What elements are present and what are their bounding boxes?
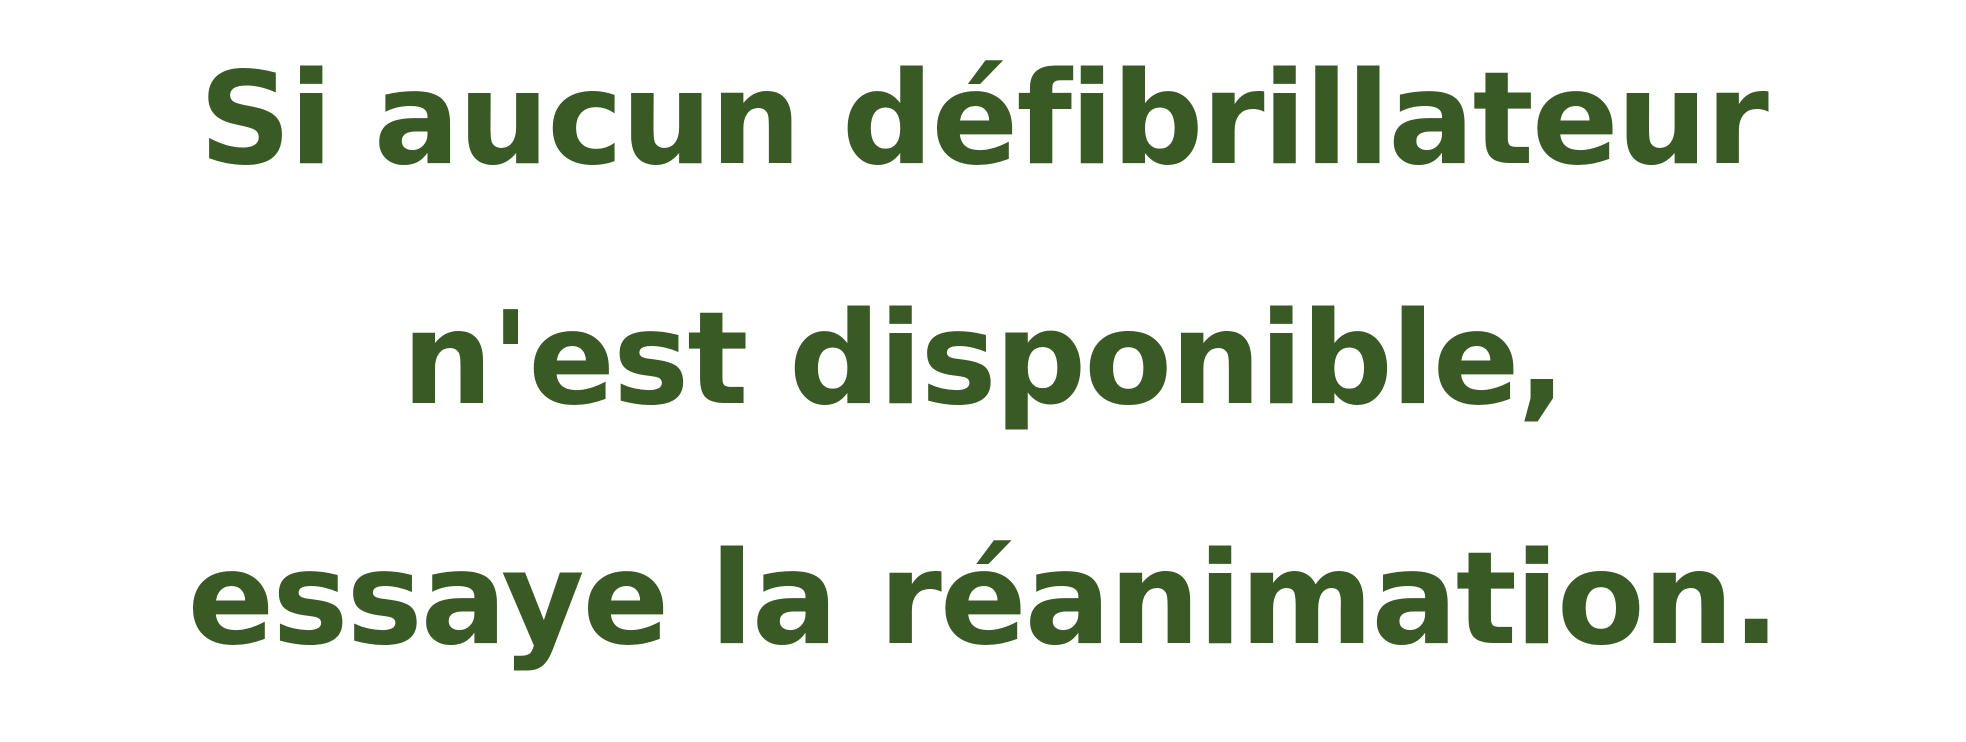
message-slide: Si aucun défibrillateur n'est disponible… xyxy=(0,0,1966,742)
message-line-3: essaye la réanimation. xyxy=(187,525,1780,674)
message-line-1: Si aucun défibrillateur xyxy=(199,45,1769,194)
message-line-2: n'est disponible, xyxy=(401,285,1566,434)
